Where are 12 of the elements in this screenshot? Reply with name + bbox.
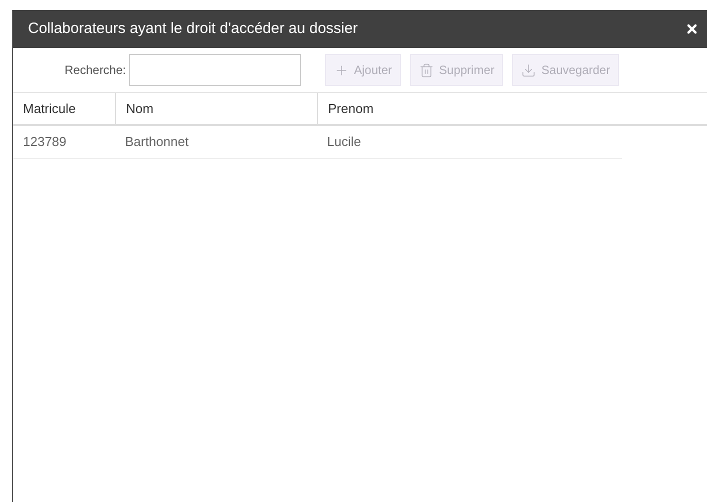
delete-icon [419, 62, 434, 78]
column-header[interactable]: Prenom [328, 98, 374, 118]
table-cell-text: Lucile [327, 133, 361, 152]
search-field[interactable] [129, 54, 301, 86]
table-cell-text: Barthonnet [125, 133, 189, 152]
column-header[interactable]: Matricule [23, 98, 76, 118]
table-cell-text: 123789 [23, 133, 66, 152]
search-label: Recherche: [64, 62, 127, 79]
close-icon [685, 22, 699, 36]
window-title: Collaborateurs ayant le droit d'accéder au dossier [28, 18, 358, 39]
save-icon [521, 62, 536, 78]
column-header[interactable]: Nom [126, 98, 154, 118]
